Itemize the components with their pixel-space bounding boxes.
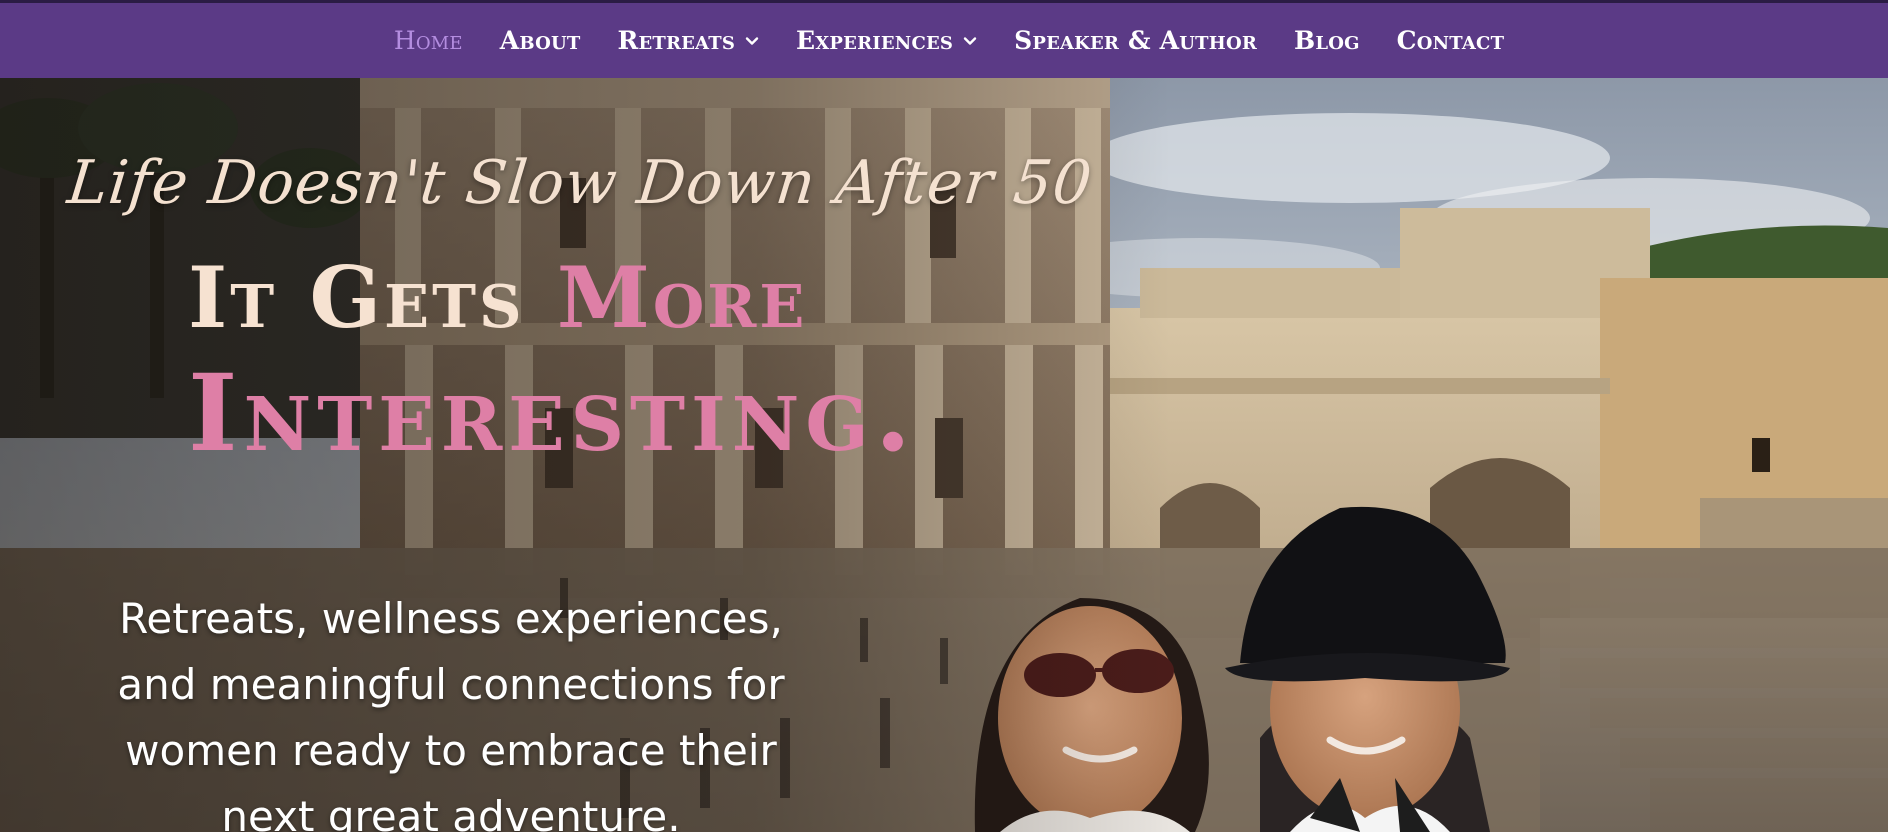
headline-part-b: More [556, 248, 808, 347]
nav-item-retreats[interactable]: Retreats [599, 26, 778, 55]
hero-headline-line-1: It Gets More [188, 256, 807, 340]
nav-item-experiences[interactable]: Experiences [778, 26, 996, 55]
nav-item-label: Experiences [796, 26, 954, 55]
chevron-down-icon [745, 34, 759, 48]
nav-item-speaker-author[interactable]: Speaker & Author [996, 26, 1276, 55]
chevron-down-icon [963, 34, 977, 48]
nav-item-about[interactable]: About [481, 26, 599, 55]
nav-item-home[interactable]: Home [375, 26, 481, 55]
hero-headline-line-2: Interesting. [188, 350, 918, 475]
nav-item-label: Blog [1294, 26, 1360, 55]
nav-list: Home About Retreats Experiences Speaker … [375, 26, 1522, 55]
nav-item-label: Home [393, 26, 463, 55]
nav-item-contact[interactable]: Contact [1378, 26, 1523, 55]
main-navigation: Home About Retreats Experiences Speaker … [0, 3, 1888, 78]
headline-part-a: It Gets [188, 248, 557, 347]
nav-item-label: Contact [1396, 26, 1505, 55]
hero-script-tagline: Life Doesn't Slow Down After 50 [64, 148, 1096, 218]
nav-item-label: About [499, 26, 581, 55]
nav-item-blog[interactable]: Blog [1276, 26, 1379, 55]
nav-item-label: Retreats [617, 26, 736, 55]
hero-section: Life Doesn't Slow Down After 50 It Gets … [0, 78, 1888, 832]
nav-item-label: Speaker & Author [1014, 26, 1258, 55]
hero-subtext: Retreats, wellness experiences, and mean… [117, 594, 785, 832]
